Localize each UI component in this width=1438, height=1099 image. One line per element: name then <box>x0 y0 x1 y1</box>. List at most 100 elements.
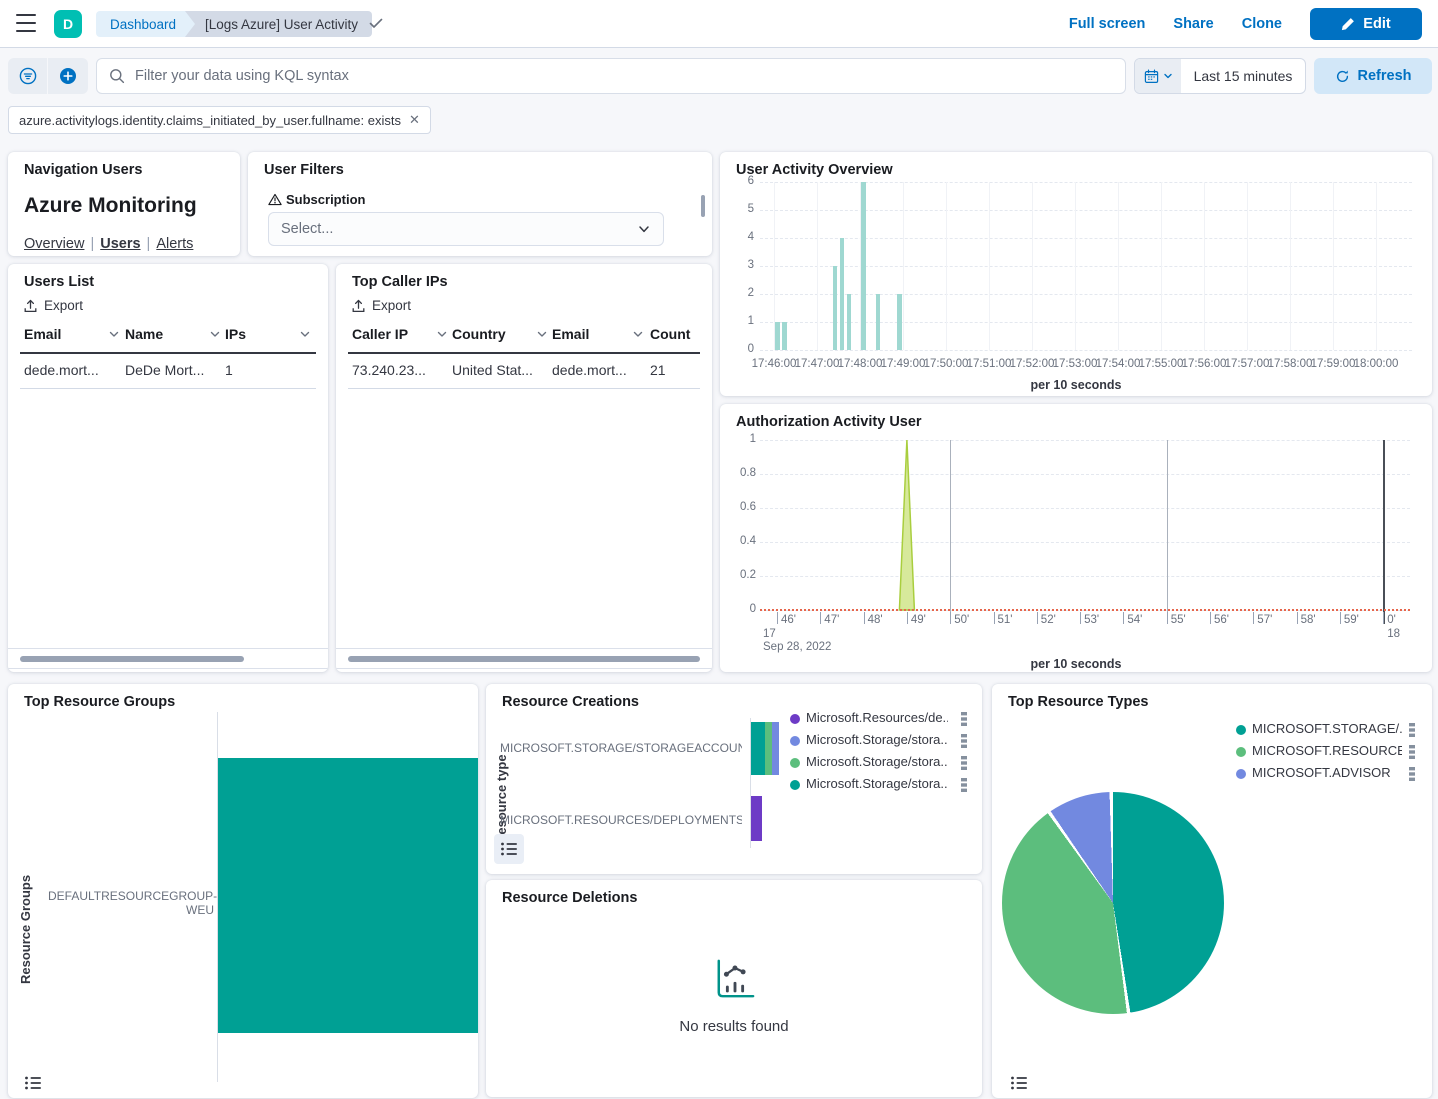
authorization-activity-chart[interactable]: 00.20.40.60.8146'47'48'49'50'51'52'53'54… <box>720 404 1432 672</box>
breadcrumb-dashboard[interactable]: Dashboard <box>96 11 196 37</box>
bar[interactable] <box>847 294 852 350</box>
sort-chevron-icon <box>209 328 221 340</box>
avatar[interactable]: D <box>54 10 82 38</box>
time-range-value[interactable]: Last 15 minutes <box>1181 59 1305 93</box>
resource-creations-chart[interactable]: Resource typeMICROSOFT.STORAGE/STORAGEAC… <box>486 684 982 874</box>
add-filter-button[interactable] <box>48 58 88 94</box>
no-results-message: No results found <box>486 1018 982 1035</box>
top-resource-types-chart[interactable]: MICROSOFT.STORAGE/... MICROSOFT.RESOURCE.… <box>992 684 1432 1098</box>
edit-button[interactable]: Edit <box>1310 8 1422 40</box>
panel-resource-creations: Resource Creations Resource typeMICROSOF… <box>486 684 982 874</box>
kql-search-input[interactable] <box>135 68 1125 84</box>
legend-item-label[interactable]: MICROSOFT.STORAGE/... <box>1252 721 1402 736</box>
y-axis-label: 3 <box>728 259 754 271</box>
x-axis-label: 18:00:00 <box>1346 358 1406 370</box>
y-gridline <box>760 182 1412 183</box>
subscription-select[interactable]: Select... <box>268 212 664 246</box>
legend-dot <box>790 714 800 724</box>
column-header-country[interactable]: Country <box>452 326 548 342</box>
legend-dot <box>790 758 800 768</box>
column-header-caller-ip[interactable]: Caller IP <box>352 326 448 342</box>
authorization-spike <box>760 439 1410 611</box>
legend-item-label[interactable]: Microsoft.Storage/stora... <box>806 732 948 747</box>
legend-toggle-button[interactable] <box>22 1074 44 1092</box>
select-placeholder: Select... <box>281 221 333 237</box>
y-gridline <box>760 322 1412 323</box>
export-button[interactable]: Export <box>352 298 411 313</box>
bar[interactable] <box>897 294 902 350</box>
panel-resource-deletions: Resource Deletions No results found <box>486 880 982 1097</box>
nav-link-alerts[interactable]: Alerts <box>156 236 193 252</box>
panel-user-activity-overview: User Activity Overview 012345617:46:0017… <box>720 152 1432 396</box>
applied-filter-pill[interactable]: azure.activitylogs.identity.claims_initi… <box>8 106 431 134</box>
bar[interactable] <box>840 238 845 350</box>
pie-chart[interactable] <box>1002 792 1224 1014</box>
legend-actions-button[interactable] <box>1408 744 1418 760</box>
y-gridline <box>760 294 1412 295</box>
x-gridline <box>1247 182 1248 350</box>
column-header-email[interactable]: Email <box>552 326 644 342</box>
vertical-scrollbar[interactable] <box>701 195 705 217</box>
breadcrumb-current-page[interactable]: [Logs Azure] User Activity <box>185 11 372 37</box>
bar[interactable] <box>782 322 787 350</box>
legend-actions-button[interactable] <box>1408 722 1418 738</box>
legend-toggle-button[interactable] <box>1008 1074 1030 1092</box>
legend-item-label[interactable]: MICROSOFT.ADVISOR <box>1252 765 1402 780</box>
y-axis-label: 0 <box>728 603 756 615</box>
remove-filter-icon[interactable]: ✕ <box>409 112 420 128</box>
panel-title: Navigation Users <box>24 162 142 178</box>
nav-link-overview[interactable]: Overview <box>24 236 84 252</box>
filter-menu-button[interactable] <box>8 58 48 94</box>
full-screen-button[interactable]: Full screen <box>1069 16 1146 32</box>
table-cell: 73.240.23... <box>352 362 448 378</box>
column-header-name[interactable]: Name <box>125 326 221 342</box>
share-button[interactable]: Share <box>1173 16 1213 32</box>
legend-actions-icon <box>1408 766 1416 782</box>
table-header-divider <box>348 352 700 354</box>
column-header-count[interactable]: Count <box>650 326 696 342</box>
clone-button[interactable]: Clone <box>1242 16 1282 32</box>
bar[interactable] <box>775 322 780 350</box>
table-footer-divider <box>336 648 712 649</box>
legend-actions-button[interactable] <box>960 777 970 793</box>
x-gridline <box>1118 182 1119 350</box>
legend-actions-button[interactable] <box>960 733 970 749</box>
bar-segment[interactable] <box>772 722 779 775</box>
column-header-ips[interactable]: IPs <box>225 326 311 342</box>
panel-title: Resource Deletions <box>502 890 637 906</box>
export-button[interactable]: Export <box>24 298 83 313</box>
horizontal-scrollbar[interactable] <box>348 656 700 662</box>
user-activity-overview-chart[interactable]: 012345617:46:0017:47:0017:48:0017:49:001… <box>720 152 1432 396</box>
x-tick-mark <box>1297 612 1298 624</box>
bar-segment[interactable] <box>751 722 765 775</box>
x-axis-label: 46' <box>781 614 796 626</box>
y-axis-label: 0 <box>728 343 754 355</box>
legend-toggle-button[interactable] <box>494 834 524 864</box>
bar[interactable] <box>876 294 881 350</box>
calendar-menu-button[interactable] <box>1135 59 1181 93</box>
x-tick-mark <box>1210 612 1211 624</box>
legend-item-label[interactable]: Microsoft.Storage/stora... <box>806 776 948 791</box>
bar[interactable] <box>218 758 478 1033</box>
legend-item-label[interactable]: Microsoft.Storage/stora... <box>806 754 948 769</box>
legend-item-label[interactable]: Microsoft.Resources/de... <box>806 710 948 725</box>
legend-actions-icon <box>1408 744 1416 760</box>
x-gridline <box>817 182 818 350</box>
legend-actions-button[interactable] <box>1408 766 1418 782</box>
bar-segment[interactable] <box>751 796 762 841</box>
menu-icon[interactable] <box>16 14 36 32</box>
horizontal-scrollbar[interactable] <box>20 656 244 662</box>
bar[interactable] <box>833 266 838 350</box>
legend-item-label[interactable]: MICROSOFT.RESOURCE... <box>1252 743 1402 758</box>
nav-link-users[interactable]: Users <box>100 236 140 252</box>
top-resource-groups-chart[interactable]: Resource GroupsDEFAULTRESOURCEGROUP-WEU <box>8 684 478 1098</box>
bar[interactable] <box>861 182 866 350</box>
refresh-button[interactable]: Refresh <box>1314 58 1432 94</box>
legend-actions-button[interactable] <box>960 711 970 727</box>
bar-segment[interactable] <box>765 722 772 775</box>
legend-toggle-icon <box>24 1075 42 1091</box>
column-header-email[interactable]: Email <box>24 326 120 342</box>
x-axis-label: 55' <box>1171 614 1186 626</box>
legend-actions-button[interactable] <box>960 755 970 771</box>
y-gridline <box>760 266 1412 267</box>
